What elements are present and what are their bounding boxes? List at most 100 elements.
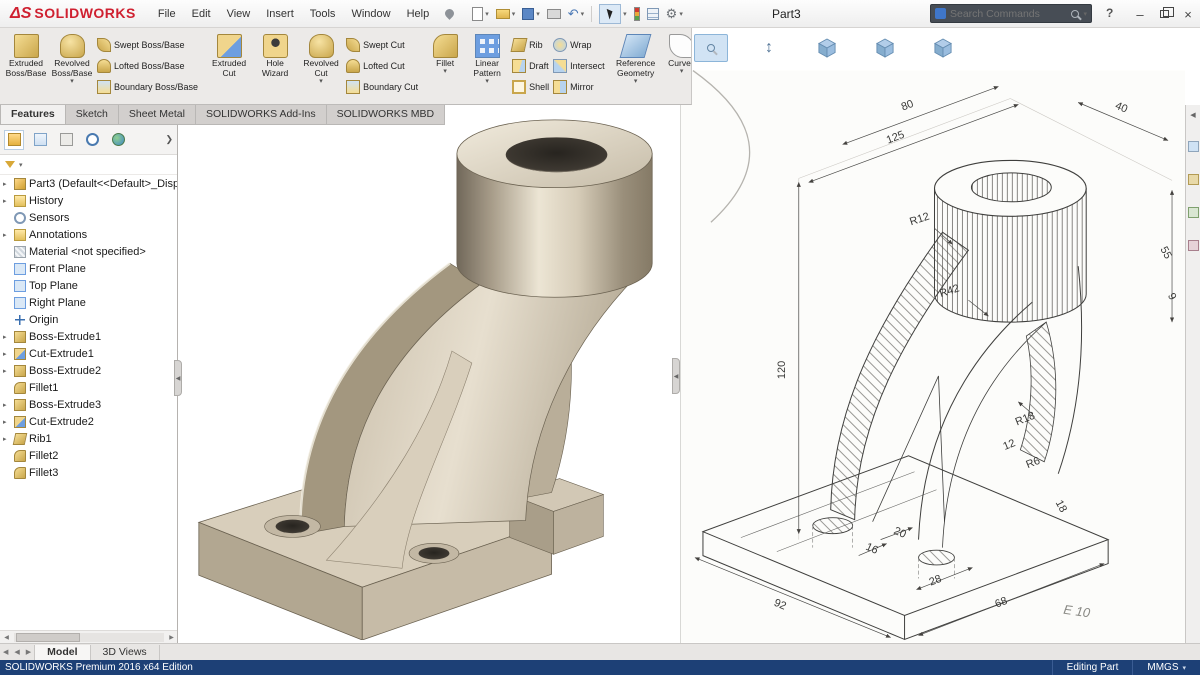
tree-item-boss-extrude2[interactable]: ▸ Boss-Extrude2 bbox=[0, 362, 177, 379]
menu-tools[interactable]: Tools bbox=[302, 4, 344, 24]
open-button[interactable]: ▾ bbox=[496, 9, 516, 19]
panel-splitter-handle[interactable]: ◀ bbox=[174, 360, 182, 396]
intersect-button[interactable]: Intersect bbox=[553, 57, 605, 74]
rib-button[interactable]: Rib bbox=[512, 36, 549, 53]
scroll-right-arrow[interactable]: ▶ bbox=[165, 634, 178, 641]
menu-edit[interactable]: Edit bbox=[184, 4, 219, 24]
restore-button[interactable] bbox=[1152, 3, 1176, 25]
pin-menu-icon[interactable] bbox=[443, 7, 456, 20]
tree-item-fillet1[interactable]: Fillet1 bbox=[0, 379, 177, 396]
expand-arrow-icon[interactable]: ▸ bbox=[3, 231, 11, 239]
rebuild-button[interactable] bbox=[634, 7, 640, 21]
expand-arrow-icon[interactable]: ▸ bbox=[3, 401, 11, 409]
display-style-button[interactable] bbox=[868, 34, 902, 62]
curves-button[interactable]: Curves ▾ bbox=[659, 31, 692, 104]
scrollbar-thumb[interactable] bbox=[16, 633, 80, 642]
scroll-left-arrow[interactable]: ◀ bbox=[0, 634, 13, 641]
tree-item-material[interactable]: Material <not specified> bbox=[0, 243, 177, 260]
help-button[interactable]: ? bbox=[1106, 6, 1113, 20]
draft-button[interactable]: Draft bbox=[512, 57, 549, 74]
undo-button[interactable]: ↶▾ bbox=[568, 8, 584, 20]
tree-item-fillet2[interactable]: Fillet2 bbox=[0, 447, 177, 464]
view-orientation-button[interactable] bbox=[810, 34, 844, 62]
lofted-boss-base-button[interactable]: Lofted Boss/Base bbox=[97, 57, 198, 74]
options-button[interactable]: ⚙▾ bbox=[666, 7, 683, 20]
select-tool-button[interactable]: ▾ bbox=[599, 4, 627, 24]
reference-geometry-button[interactable]: Reference Geometry ▾ bbox=[613, 31, 659, 104]
3d-views-tab[interactable]: 3D Views bbox=[91, 645, 160, 660]
hide-show-items-button[interactable] bbox=[926, 34, 960, 62]
tree-item-front-plane[interactable]: Front Plane bbox=[0, 260, 177, 277]
boundary-cut-button[interactable]: Boundary Cut bbox=[346, 78, 418, 95]
close-button[interactable]: × bbox=[1176, 3, 1200, 25]
design-library-icon[interactable] bbox=[1188, 174, 1199, 185]
model-3d-view[interactable] bbox=[180, 92, 680, 640]
boundary-boss-base-button[interactable]: Boundary Boss/Base bbox=[97, 78, 198, 95]
dimxpertmanager-tab[interactable] bbox=[82, 130, 102, 150]
featuremanager-tree-tab[interactable] bbox=[4, 130, 24, 150]
linear-pattern-button[interactable]: Linear Pattern ▾ bbox=[464, 31, 510, 104]
tab-solidworks-add-ins[interactable]: SOLIDWORKS Add-Ins bbox=[195, 105, 327, 125]
lofted-cut-button[interactable]: Lofted Cut bbox=[346, 57, 418, 74]
file-explorer-icon[interactable] bbox=[1188, 207, 1199, 218]
first-tab-arrow[interactable]: ◀ bbox=[0, 648, 11, 656]
tab-solidworks-mbd[interactable]: SOLIDWORKS MBD bbox=[326, 105, 445, 125]
panel-expand-chevron[interactable]: ❯ bbox=[165, 134, 173, 145]
hole-wizard-button[interactable]: Hole Wizard bbox=[252, 31, 298, 104]
new-document-button[interactable]: ▾ bbox=[472, 7, 489, 21]
menu-file[interactable]: File bbox=[150, 4, 184, 24]
extruded-boss-base-button[interactable]: Extruded Boss/Base bbox=[3, 31, 49, 104]
extruded-cut-button[interactable]: Extruded Cut bbox=[206, 31, 252, 104]
tree-item-annotations[interactable]: ▸ Annotations bbox=[0, 226, 177, 243]
search-input[interactable] bbox=[950, 8, 1067, 20]
tree-item-top-plane[interactable]: Top Plane bbox=[0, 277, 177, 294]
expand-arrow-icon[interactable]: ▸ bbox=[3, 333, 11, 341]
resources-icon[interactable] bbox=[1188, 141, 1199, 152]
wrap-button[interactable]: Wrap bbox=[553, 36, 605, 53]
tree-item-sensors[interactable]: Sensors bbox=[0, 209, 177, 226]
task-pane-collapse-button[interactable]: ◀ bbox=[1190, 111, 1195, 119]
tree-item-boss-extrude3[interactable]: ▸ Boss-Extrude3 bbox=[0, 396, 177, 413]
tree-item-cut-extrude2[interactable]: ▸ Cut-Extrude2 bbox=[0, 413, 177, 430]
shell-button[interactable]: Shell bbox=[512, 78, 549, 95]
expand-arrow-icon[interactable]: ▸ bbox=[3, 197, 11, 205]
previous-view-button[interactable]: ↕ bbox=[752, 34, 786, 62]
expand-arrow-icon[interactable]: ▸ bbox=[3, 367, 11, 375]
mirror-button[interactable]: Mirror bbox=[553, 78, 605, 95]
caret-icon[interactable]: ▾ bbox=[19, 161, 23, 169]
expand-arrow-icon[interactable]: ▸ bbox=[3, 435, 11, 443]
tab-features[interactable]: Features bbox=[0, 105, 66, 125]
menu-view[interactable]: View bbox=[219, 4, 259, 24]
menu-insert[interactable]: Insert bbox=[258, 4, 302, 24]
expand-arrow-icon[interactable]: ▸ bbox=[3, 350, 11, 358]
expand-arrow-icon[interactable]: ▸ bbox=[3, 180, 11, 188]
tree-item-fillet3[interactable]: Fillet3 bbox=[0, 464, 177, 481]
appearances-icon[interactable] bbox=[1188, 240, 1199, 251]
scrollbar-track[interactable] bbox=[14, 633, 164, 642]
save-button[interactable]: ▾ bbox=[522, 8, 540, 20]
tree-item-history[interactable]: ▸ History bbox=[0, 192, 177, 209]
tree-item-cut-extrude1[interactable]: ▸ Cut-Extrude1 bbox=[0, 345, 177, 362]
model-tab[interactable]: Model bbox=[34, 645, 90, 660]
displaymanager-tab[interactable] bbox=[108, 130, 128, 150]
menu-window[interactable]: Window bbox=[343, 4, 398, 24]
fillet-button[interactable]: Fillet ▾ bbox=[426, 31, 464, 104]
swept-cut-button[interactable]: Swept Cut bbox=[346, 36, 418, 53]
menu-help[interactable]: Help bbox=[399, 4, 438, 24]
configurationmanager-tab[interactable] bbox=[56, 130, 76, 150]
next-tab-arrow[interactable]: ▶ bbox=[23, 648, 34, 656]
units-selector[interactable]: MMGS▾ bbox=[1132, 660, 1200, 675]
caret-icon[interactable]: ▾ bbox=[1083, 10, 1087, 18]
tree-item-rib1[interactable]: ▸ Rib1 bbox=[0, 430, 177, 447]
tree-item-part-root[interactable]: ▸ Part3 (Default<<Default>_Displa bbox=[0, 175, 177, 192]
tree-horizontal-scrollbar[interactable]: ◀ ▶ bbox=[0, 630, 178, 643]
prev-tab-arrow[interactable]: ◀ bbox=[11, 648, 22, 656]
print-button[interactable] bbox=[547, 9, 561, 19]
revolved-cut-button[interactable]: Revolved Cut ▾ bbox=[298, 31, 344, 104]
expand-arrow-icon[interactable]: ▸ bbox=[3, 418, 11, 426]
tree-item-right-plane[interactable]: Right Plane bbox=[0, 294, 177, 311]
filter-funnel-icon[interactable] bbox=[5, 161, 15, 168]
sheet-properties-button[interactable] bbox=[647, 8, 659, 20]
swept-boss-base-button[interactable]: Swept Boss/Base bbox=[97, 36, 198, 53]
zoom-to-fit-button[interactable] bbox=[694, 34, 728, 62]
